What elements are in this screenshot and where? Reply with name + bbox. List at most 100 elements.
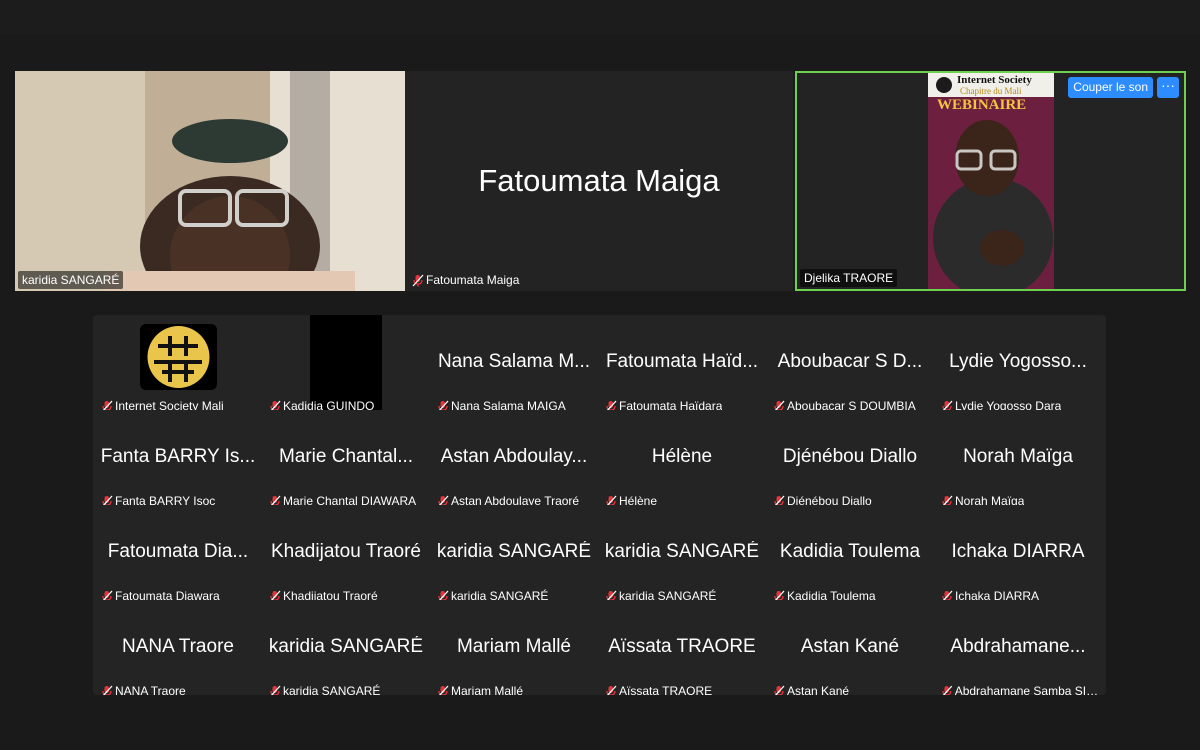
participant-name-text: Fatoumata Diawara — [115, 589, 220, 600]
gallery-tile[interactable]: Kadidia Toulema Kadidia Toulema — [766, 505, 934, 600]
mic-off-icon — [438, 590, 449, 600]
gallery-tile[interactable]: Hélène Hélène — [598, 410, 766, 505]
participant-display-name: Aboubacar S D... — [777, 351, 923, 372]
participant-name-text: Mariam Mallé — [451, 684, 524, 695]
participant-name-text: Aïssata TRAORE — [619, 684, 713, 695]
mic-off-icon — [606, 685, 617, 695]
mic-off-icon — [102, 400, 113, 410]
mic-off-icon — [942, 685, 953, 695]
participant-name-label: Marie Chantal DIAWARA — [265, 492, 420, 505]
participant-name-label: Djelika TRAORE — [800, 269, 898, 287]
participant-name-text: Ichaka DIARRA — [955, 589, 1040, 600]
mic-off-icon — [270, 590, 281, 600]
participant-name-text: Astan Kané — [787, 684, 850, 695]
gallery-tile[interactable]: Khadijatou Traoré Khadijatou Traoré — [262, 505, 430, 600]
gallery-tile[interactable]: Mariam Mallé Mariam Mallé — [430, 600, 598, 695]
gallery-tile[interactable]: Fanta BARRY Is... Fanta BARRY Isoc — [94, 410, 262, 505]
participant-name-label: Astan Kané — [769, 682, 853, 695]
participant-display-name: Nana Salama M... — [437, 351, 591, 372]
participant-name-label: Fanta BARRY Isoc — [97, 492, 219, 505]
gallery-tile[interactable]: Kadidia GUINDO — [262, 315, 430, 410]
participant-name-text: karidia SANGARÉ — [619, 589, 717, 600]
participant-name-label: karidia SANGARÉ — [18, 271, 124, 289]
gallery-tile[interactable]: Nana Salama M... Nana Salama MAIGA — [430, 315, 598, 410]
participant-display-name: Fatoumata Dia... — [107, 541, 249, 562]
video-tile-fatoumata-maiga[interactable]: Fatoumata Maiga Fatoumata Maiga — [405, 71, 793, 291]
gallery-tile[interactable]: Internet Society Mali — [94, 315, 262, 410]
participant-name-label: Fatoumata Diawara — [97, 587, 224, 600]
participant-name-label: Fatoumata Maiga — [408, 271, 523, 289]
gallery-tile[interactable]: karidia SANGARÉ karidia SANGARÉ — [262, 600, 430, 695]
participant-name-label: Mariam Mallé — [433, 682, 527, 695]
window-titlebar — [0, 0, 1200, 34]
mic-off-icon — [270, 400, 281, 410]
mic-off-icon — [774, 590, 785, 600]
participant-display-name: Hélène — [651, 446, 713, 467]
mic-off-icon — [412, 274, 424, 286]
participant-display-name: Astan Kané — [800, 636, 900, 657]
gallery-tile[interactable]: Abdrahamane... Abdrahamane Samba SID... — [934, 600, 1102, 695]
participant-name-text: Khadijatou Traoré — [283, 589, 378, 600]
participant-display-name: Mariam Mallé — [456, 636, 572, 657]
participant-name-label: Khadijatou Traoré — [265, 587, 382, 600]
participant-display-name: Fatoumata Haïd... — [605, 351, 759, 372]
mic-off-icon — [606, 400, 617, 410]
participant-display-name: NANA Traore — [122, 636, 234, 657]
gallery-tile[interactable]: Lydie Yogosso... Lydie Yogosso Dara — [934, 315, 1102, 410]
participant-name-label: Kadidia Toulema — [769, 587, 880, 600]
mic-off-icon — [606, 590, 617, 600]
gallery-tile[interactable]: Norah Maïga Norah Maïga — [934, 410, 1102, 505]
gallery-tile[interactable]: Ichaka DIARRA Ichaka DIARRA — [934, 505, 1102, 600]
participant-name-label: Norah Maïga — [937, 492, 1028, 505]
participant-video-feed — [15, 71, 405, 291]
poster-subtitle: Chapitre du Mali — [960, 86, 1022, 96]
gallery-tile[interactable]: Fatoumata Haïd... Fatoumata Haïdara — [598, 315, 766, 410]
mic-off-icon — [942, 400, 953, 410]
gallery-tile[interactable]: Astan Kané Astan Kané — [766, 600, 934, 695]
participant-name-text: Fanta BARRY Isoc — [115, 494, 216, 505]
participant-name-label: Djénébou Diallo — [769, 492, 876, 505]
gallery-tile[interactable]: Marie Chantal... Marie Chantal DIAWARA — [262, 410, 430, 505]
gallery-tile[interactable]: Aïssata TRAORE Aïssata TRAORE — [598, 600, 766, 695]
gallery-tile[interactable]: Astan Abdoulay... Astan Abdoulaye Traoré — [430, 410, 598, 505]
video-tile-djelika-traore-active-speaker[interactable]: Internet Society Chapitre du Mali WEBINA… — [795, 71, 1186, 291]
mic-off-icon — [774, 400, 785, 410]
gallery-tile[interactable]: Aboubacar S D... Aboubacar S DOUMBIA — [766, 315, 934, 410]
participant-display-name: Lydie Yogosso... — [949, 351, 1087, 372]
video-tile-karidia[interactable]: karidia SANGARÉ — [15, 71, 405, 291]
participant-display-name: Djénébou Diallo — [782, 446, 918, 467]
mic-off-icon — [102, 495, 113, 505]
participant-name-label: Lydie Yogosso Dara — [937, 397, 1065, 410]
gallery-tile[interactable]: Fatoumata Dia... Fatoumata Diawara — [94, 505, 262, 600]
gallery-tile[interactable]: karidia SANGARÉ karidia SANGARÉ — [598, 505, 766, 600]
mic-off-icon — [102, 590, 113, 600]
participant-name-label: Aboubacar S DOUMBIA — [769, 397, 920, 410]
participant-name-text: Marie Chantal DIAWARA — [283, 494, 417, 505]
poster-title: Internet Society — [957, 74, 1032, 86]
mic-off-icon — [606, 495, 617, 505]
more-options-button[interactable]: ··· — [1157, 77, 1179, 98]
mic-off-icon — [438, 400, 449, 410]
participant-name-label: Aïssata TRAORE — [601, 682, 716, 695]
mic-off-icon — [774, 495, 785, 505]
participant-name-label: Nana Salama MAIGA — [433, 397, 570, 410]
participant-video-feed — [310, 315, 382, 410]
participant-name-text: Abdrahamane Samba SID... — [954, 684, 1101, 695]
participant-name-text: NANA Traore — [115, 684, 186, 695]
gallery-tile[interactable]: karidia SANGARÉ karidia SANGARÉ — [430, 505, 598, 600]
participant-name-text: Kadidia GUINDO — [283, 399, 375, 410]
participant-name-text: Internet Society Mali — [115, 399, 224, 410]
mic-off-icon — [942, 590, 953, 600]
participant-name-text: Djénébou Diallo — [787, 494, 872, 505]
gallery-tile[interactable]: Djénébou Diallo Djénébou Diallo — [766, 410, 934, 505]
participant-display-name: Khadijatou Traoré — [271, 541, 421, 562]
participant-gallery: Internet Society Mali Kadidia GUINDO Nana… — [93, 315, 1106, 695]
mute-participant-button[interactable]: Couper le son — [1068, 77, 1153, 98]
poster-webinaire: WEBINAIRE — [937, 97, 1027, 113]
participant-name-text: Astan Abdoulaye Traoré — [451, 494, 580, 505]
participant-display-name: Norah Maïga — [963, 446, 1073, 467]
participant-name-text: Hélène — [619, 494, 658, 505]
gallery-tile[interactable]: NANA Traore NANA Traore — [94, 600, 262, 695]
participant-display-name: Fatoumata Maiga — [478, 163, 720, 198]
mic-off-icon — [774, 685, 785, 695]
